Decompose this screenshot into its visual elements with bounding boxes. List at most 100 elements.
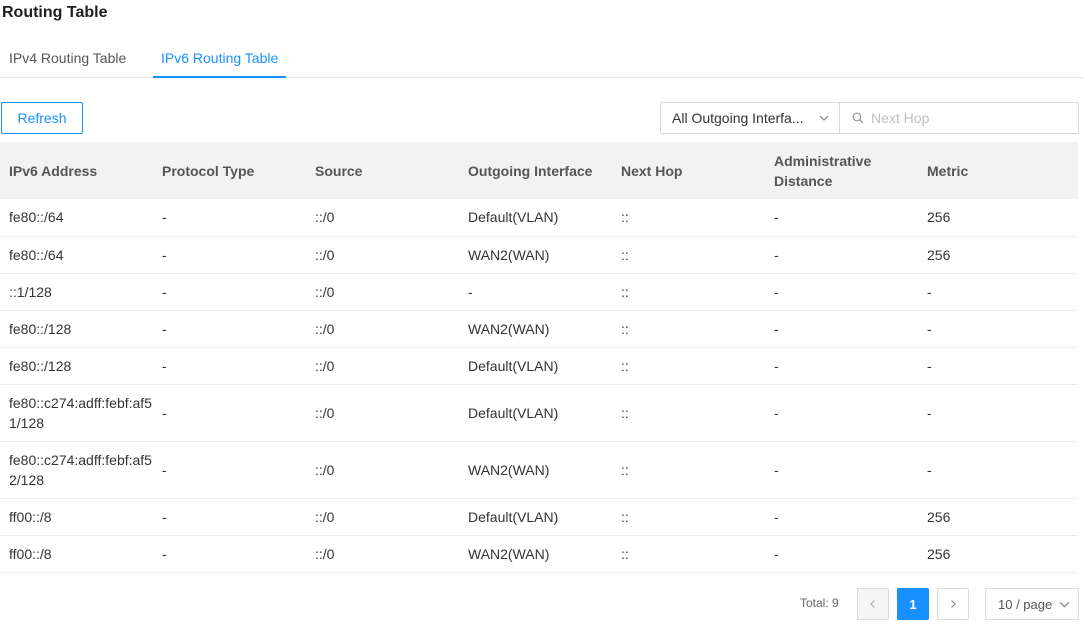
cell-next-hop: :: xyxy=(612,347,765,385)
cell-ipv6-address: fe80::/128 xyxy=(0,310,153,348)
cell-metric: - xyxy=(918,310,1078,348)
pagination-total: Total: 9 xyxy=(800,596,839,610)
table-row: fe80::c274:adff:febf:af52/128 - ::/0 WAN… xyxy=(0,441,1078,499)
cell-outgoing-interface: WAN2(WAN) xyxy=(459,236,612,274)
cell-outgoing-interface: WAN2(WAN) xyxy=(459,535,612,573)
cell-outgoing-interface: WAN2(WAN) xyxy=(459,310,612,348)
cell-ipv6-address: fe80::/64 xyxy=(0,199,153,237)
cell-outgoing-interface: Default(VLAN) xyxy=(459,347,612,385)
cell-source: ::/0 xyxy=(306,498,459,536)
chevron-right-icon xyxy=(951,600,956,608)
cell-metric: 256 xyxy=(918,535,1078,573)
routing-tabs: IPv4 Routing Table IPv6 Routing Table xyxy=(0,38,1084,78)
tab-ipv6-routing-table[interactable]: IPv6 Routing Table xyxy=(153,38,287,78)
cell-administrative-distance: - xyxy=(765,236,918,274)
page-size-select[interactable]: 10 / page xyxy=(985,588,1079,620)
cell-administrative-distance: - xyxy=(765,535,918,573)
cell-administrative-distance: - xyxy=(765,310,918,348)
cell-source: ::/0 xyxy=(306,384,459,442)
cell-outgoing-interface: Default(VLAN) xyxy=(459,199,612,237)
cell-metric: - xyxy=(918,441,1078,499)
column-header-next-hop: Next Hop xyxy=(612,142,765,199)
cell-outgoing-interface: - xyxy=(459,273,612,311)
cell-protocol-type: - xyxy=(153,236,306,274)
cell-next-hop: :: xyxy=(612,535,765,573)
pagination-prev-button[interactable] xyxy=(857,588,889,620)
search-icon xyxy=(852,112,864,124)
chevron-left-icon xyxy=(870,600,875,608)
cell-metric: - xyxy=(918,273,1078,311)
cell-protocol-type: - xyxy=(153,441,306,499)
cell-protocol-type: - xyxy=(153,384,306,442)
cell-protocol-type: - xyxy=(153,535,306,573)
cell-next-hop: :: xyxy=(612,441,765,499)
cell-protocol-type: - xyxy=(153,310,306,348)
chevron-down-icon xyxy=(819,115,829,121)
cell-next-hop: :: xyxy=(612,236,765,274)
table-row: fe80::/128 - ::/0 Default(VLAN) :: - - xyxy=(0,347,1078,385)
cell-outgoing-interface: Default(VLAN) xyxy=(459,384,612,442)
cell-source: ::/0 xyxy=(306,347,459,385)
cell-source: ::/0 xyxy=(306,199,459,237)
filter-bar: All Outgoing Interfa... xyxy=(660,102,1079,134)
table-row: fe80::/128 - ::/0 WAN2(WAN) :: - - xyxy=(0,310,1078,348)
page-title: Routing Table xyxy=(2,4,108,21)
table-header-row: IPv6 Address Protocol Type Source Outgoi… xyxy=(0,142,1078,199)
cell-outgoing-interface: WAN2(WAN) xyxy=(459,441,612,499)
cell-metric: - xyxy=(918,384,1078,442)
cell-administrative-distance: - xyxy=(765,347,918,385)
cell-next-hop: :: xyxy=(612,310,765,348)
table-row: ff00::/8 - ::/0 WAN2(WAN) :: - 256 xyxy=(0,535,1078,573)
column-header-source: Source xyxy=(306,142,459,199)
cell-protocol-type: - xyxy=(153,273,306,311)
cell-ipv6-address: ff00::/8 xyxy=(0,535,153,573)
cell-metric: - xyxy=(918,347,1078,385)
refresh-button[interactable]: Refresh xyxy=(1,102,83,134)
cell-next-hop: :: xyxy=(612,498,765,536)
cell-next-hop: :: xyxy=(612,273,765,311)
pagination-next-button[interactable] xyxy=(937,588,969,620)
tab-ipv4-routing-table[interactable]: IPv4 Routing Table xyxy=(9,38,126,78)
column-header-outgoing-interface: Outgoing Interface xyxy=(459,142,612,199)
ipv6-routing-table: IPv6 Address Protocol Type Source Outgoi… xyxy=(0,142,1078,573)
cell-outgoing-interface: Default(VLAN) xyxy=(459,498,612,536)
cell-next-hop: :: xyxy=(612,199,765,237)
chevron-down-icon xyxy=(1059,601,1070,608)
cell-ipv6-address: ::1/128 xyxy=(0,273,153,311)
outgoing-interface-value: All Outgoing Interfa... xyxy=(672,110,804,126)
column-header-ipv6-address: IPv6 Address xyxy=(0,142,153,199)
cell-protocol-type: - xyxy=(153,199,306,237)
cell-protocol-type: - xyxy=(153,498,306,536)
cell-ipv6-address: ff00::/8 xyxy=(0,498,153,536)
table-row: ::1/128 - ::/0 - :: - - xyxy=(0,273,1078,311)
table-row: fe80::c274:adff:febf:af51/128 - ::/0 Def… xyxy=(0,384,1078,442)
cell-next-hop: :: xyxy=(612,384,765,442)
cell-source: ::/0 xyxy=(306,273,459,311)
table-row: fe80::/64 - ::/0 Default(VLAN) :: - 256 xyxy=(0,199,1078,237)
cell-administrative-distance: - xyxy=(765,384,918,442)
cell-ipv6-address: fe80::c274:adff:febf:af51/128 xyxy=(0,384,153,442)
cell-metric: 256 xyxy=(918,199,1078,237)
cell-source: ::/0 xyxy=(306,310,459,348)
cell-protocol-type: - xyxy=(153,347,306,385)
outgoing-interface-select[interactable]: All Outgoing Interfa... xyxy=(661,103,840,133)
cell-source: ::/0 xyxy=(306,441,459,499)
cell-administrative-distance: - xyxy=(765,273,918,311)
cell-ipv6-address: fe80::c274:adff:febf:af52/128 xyxy=(0,441,153,499)
cell-administrative-distance: - xyxy=(765,498,918,536)
cell-administrative-distance: - xyxy=(765,441,918,499)
cell-ipv6-address: fe80::/128 xyxy=(0,347,153,385)
next-hop-search xyxy=(840,103,1078,133)
column-header-administrative-distance: Administrative Distance xyxy=(765,142,918,199)
cell-source: ::/0 xyxy=(306,535,459,573)
cell-ipv6-address: fe80::/64 xyxy=(0,236,153,274)
column-header-protocol-type: Protocol Type xyxy=(153,142,306,199)
column-header-metric: Metric xyxy=(918,142,1078,199)
pagination-page-button[interactable]: 1 xyxy=(897,588,929,620)
cell-metric: 256 xyxy=(918,236,1078,274)
table-row: fe80::/64 - ::/0 WAN2(WAN) :: - 256 xyxy=(0,236,1078,274)
page-size-value: 10 / page xyxy=(998,596,1053,612)
next-hop-search-input[interactable] xyxy=(871,110,1071,126)
table-row: ff00::/8 - ::/0 Default(VLAN) :: - 256 xyxy=(0,498,1078,536)
cell-metric: 256 xyxy=(918,498,1078,536)
